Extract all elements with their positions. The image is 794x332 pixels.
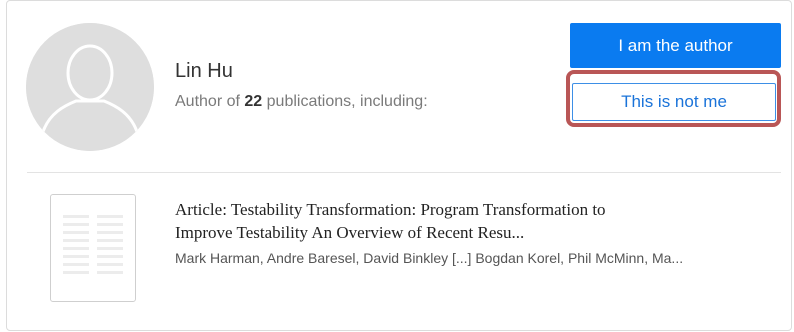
article-authors: Mark Harman, Andre Baresel, David Binkle… — [175, 250, 684, 266]
i-am-the-author-button[interactable]: I am the author — [570, 23, 781, 68]
article-title-line-2: Improve Testability An Overview of Recen… — [175, 223, 525, 242]
publication-prefix: Author of — [175, 93, 240, 110]
document-thumbnail-icon[interactable] — [50, 194, 136, 302]
publication-suffix: publications, including: — [266, 93, 428, 110]
article-title-link[interactable]: Article: Testability Transformation: Pro… — [175, 198, 775, 244]
article-title-line-1: Article: Testability Transformation: Pro… — [175, 200, 606, 219]
publication-summary: Author of 22 publications, including: — [175, 93, 428, 111]
person-silhouette-icon — [26, 23, 154, 151]
author-claim-card: Lin Hu Author of 22 publications, includ… — [6, 0, 792, 331]
divider — [27, 172, 781, 173]
this-is-not-me-button[interactable]: This is not me — [572, 83, 776, 121]
publication-count: 22 — [244, 93, 263, 110]
author-name: Lin Hu — [175, 60, 233, 82]
